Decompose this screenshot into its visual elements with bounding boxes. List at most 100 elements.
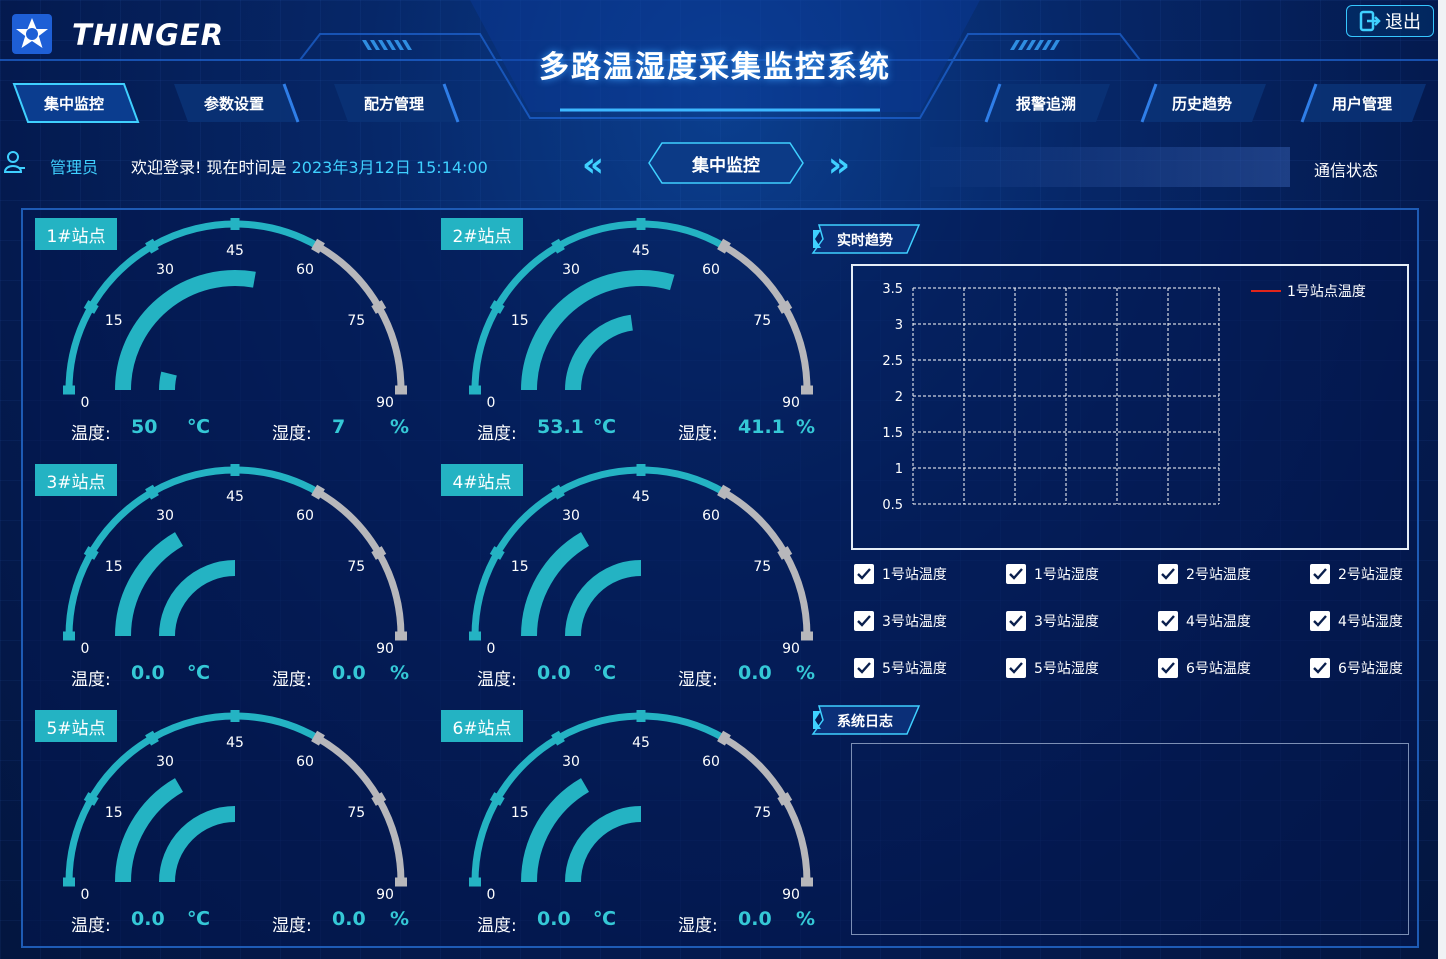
series-checkbox[interactable]: 2号站湿度 [1310, 564, 1403, 584]
y-tick-label: 0.5 [882, 498, 903, 513]
series-checkbox[interactable]: 3号站温度 [854, 611, 947, 631]
temperature-label: 温度: [477, 670, 517, 690]
tab-parameter-settings[interactable]: 参数设置 [172, 82, 300, 124]
humidity-bar [159, 371, 177, 391]
log-section-tag: 系统日志 [811, 705, 921, 735]
gauge-tick-label: 0 [487, 887, 496, 903]
gauge-tick-label: 45 [226, 243, 244, 259]
checkmark-icon[interactable] [854, 611, 874, 631]
legend-label: 1号站点温度 [1287, 284, 1366, 300]
temperature-value: 0.0 [537, 662, 571, 684]
tab-label: 参数设置 [203, 94, 264, 113]
tab-label: 用户管理 [1331, 94, 1392, 113]
gauge-tick-label: 30 [562, 262, 580, 278]
series-checkbox-label: 1号站温度 [882, 567, 947, 583]
gauge-tick-label: 90 [376, 887, 394, 903]
tab-history-trend[interactable]: 历史趋势 [1140, 82, 1266, 124]
gauge-tick [371, 546, 387, 560]
checkmark-icon[interactable] [854, 564, 874, 584]
series-checkbox[interactable]: 3号站湿度 [1006, 611, 1099, 631]
exit-button[interactable]: 退出 [1346, 5, 1434, 37]
humidity-value: 7 [332, 416, 346, 438]
series-checkbox-label: 6号站湿度 [1338, 661, 1403, 677]
user-role[interactable]: 管理员 [50, 154, 98, 178]
gauge-tick-label: 75 [753, 805, 771, 821]
station-tag: 5#站点 [35, 710, 117, 742]
series-checkbox-label: 5号站湿度 [1034, 661, 1099, 677]
current-page-indicator: 集中监控 [648, 142, 804, 184]
star-logo-icon [12, 14, 52, 54]
checkmark-icon[interactable] [1006, 658, 1026, 678]
series-checkbox[interactable]: 4号站温度 [1158, 611, 1251, 631]
series-checkbox[interactable]: 4号站湿度 [1310, 611, 1403, 631]
checkmark-icon[interactable] [1310, 611, 1330, 631]
humidity-bar [565, 314, 634, 391]
welcome-message: 欢迎登录! 现在时间是 2023年3月12日 15:14:00 [131, 154, 488, 178]
gauge-tick-label: 90 [376, 641, 394, 657]
checkmark-icon[interactable] [1006, 611, 1026, 631]
window-edge [1438, 0, 1446, 959]
checkmark-icon[interactable] [1158, 564, 1178, 584]
checkmark-icon[interactable] [1310, 564, 1330, 584]
checkmark-icon[interactable] [1006, 564, 1026, 584]
gauge-tick [551, 730, 565, 746]
series-checkbox-label: 5号站温度 [882, 661, 947, 677]
tab-user-management[interactable]: 用户管理 [1300, 82, 1426, 124]
series-checkbox[interactable]: 6号站温度 [1158, 658, 1251, 678]
tab-recipe-management[interactable]: 配方管理 [332, 82, 460, 124]
system-log-box [851, 743, 1409, 935]
series-checkbox[interactable]: 2号站温度 [1158, 564, 1251, 584]
gauge-tick-label: 0 [81, 887, 90, 903]
tab-label: 集中监控 [43, 94, 104, 113]
station-card: 0 15 30 45 60 75 90 4#站点 温度: 0.0 ℃ 湿度: 0.0% [429, 456, 835, 702]
humidity-unit: % [796, 416, 816, 438]
gauge-tick-label: 0 [487, 641, 496, 657]
gauge-tick-label: 15 [511, 313, 529, 329]
temperature-label: 温度: [71, 424, 111, 444]
station-card: 0 15 30 45 60 75 90 5#站点 温度: 0.0 ℃ 湿度: 0.0% [23, 702, 429, 948]
gauge-tick-label: 0 [81, 395, 90, 411]
trend-section-label: 实时趋势 [837, 233, 893, 249]
humidity-label: 湿度: [272, 916, 312, 936]
humidity-label: 湿度: [272, 424, 312, 444]
gauge-tick [83, 546, 99, 560]
gauge-tick-label: 75 [753, 313, 771, 329]
checkmark-icon[interactable] [1158, 658, 1178, 678]
prev-page-icon[interactable]: « [582, 145, 604, 185]
tab-alarm-trace[interactable]: 报警追溯 [984, 82, 1110, 124]
tab-central-monitor[interactable]: 集中监控 [12, 82, 140, 124]
gauge-tick [489, 300, 505, 314]
series-checkbox[interactable]: 5号站温度 [854, 658, 947, 678]
tab-label: 报警追溯 [1015, 94, 1076, 113]
gauge-tick [311, 238, 325, 254]
series-checkbox[interactable]: 5号站湿度 [1006, 658, 1099, 678]
station-tag: 6#站点 [441, 710, 523, 742]
series-checkbox[interactable]: 1号站温度 [854, 564, 947, 584]
checkmark-icon[interactable] [1158, 611, 1178, 631]
checkmark-icon[interactable] [1310, 658, 1330, 678]
humidity-value: 41.1 [738, 416, 785, 438]
humidity-label: 湿度: [272, 670, 312, 690]
station-card: 0 15 30 45 60 75 90 6#站点 温度: 0.0 ℃ 湿度: 0.0% [429, 702, 835, 948]
humidity-value: 0.0 [332, 908, 366, 930]
series-checkbox[interactable]: 1号站湿度 [1006, 564, 1099, 584]
checkmark-icon[interactable] [854, 658, 874, 678]
user-icon [4, 151, 25, 173]
station-card: 0 15 30 45 60 75 90 3#站点 温度: 0.0 ℃ 湿度: 0.0% [23, 456, 429, 702]
next-page-icon[interactable]: » [828, 145, 850, 185]
series-checkbox-label: 2号站温度 [1186, 567, 1251, 583]
series-checkbox[interactable]: 6号站湿度 [1310, 658, 1403, 678]
temperature-value: 0.0 [537, 908, 571, 930]
temperature-value: 53.1 [537, 416, 584, 438]
gauge-tick-label: 15 [511, 805, 529, 821]
gauge-tick-label: 90 [782, 641, 800, 657]
gauge-tick-label: 30 [562, 508, 580, 524]
gauge-tick-label: 45 [632, 243, 650, 259]
gauge-tick-label: 75 [347, 805, 365, 821]
gauge-tick-label: 45 [226, 735, 244, 751]
comm-status-label: 通信状态 [1314, 161, 1379, 180]
trend-section-tag: 实时趋势 [811, 224, 921, 254]
gauge-tick-label: 45 [632, 735, 650, 751]
gauge-tick-label: 45 [632, 489, 650, 505]
series-checkbox-label: 4号站温度 [1186, 614, 1251, 630]
